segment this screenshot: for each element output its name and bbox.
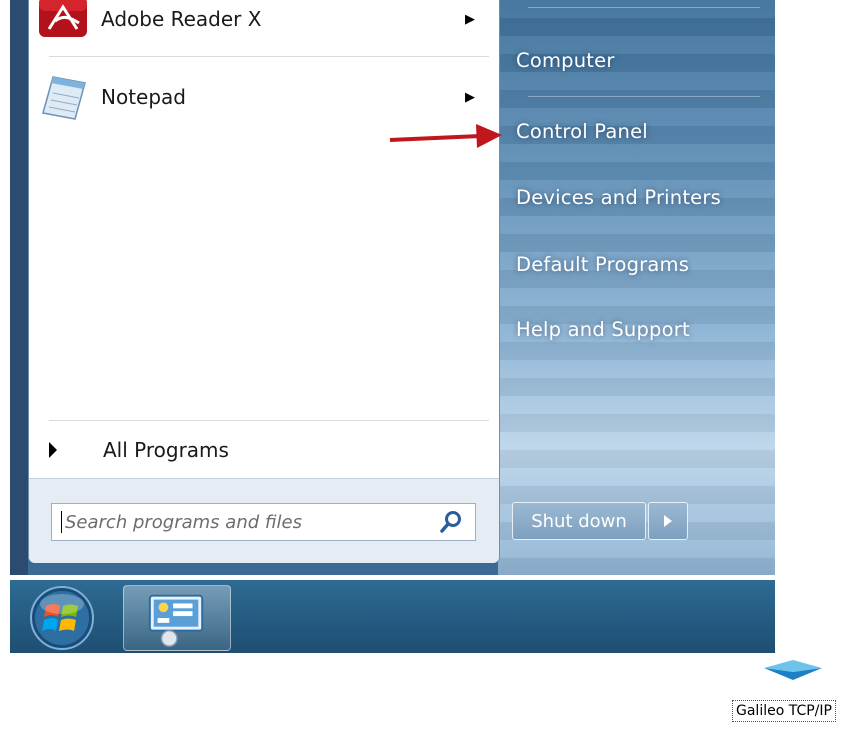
shutdown-options-button[interactable] xyxy=(648,502,688,540)
expand-arrow-icon xyxy=(49,442,57,458)
submenu-arrow-icon: ▶ xyxy=(465,89,475,105)
program-item-adobe-reader[interactable]: Adobe Reader X ▶ xyxy=(29,0,499,47)
text-caret xyxy=(61,511,62,533)
chevron-right-icon xyxy=(664,515,672,527)
link-help-and-support[interactable]: Help and Support xyxy=(516,318,690,341)
all-programs-button[interactable]: All Programs xyxy=(29,425,499,475)
search-input[interactable]: Search programs and files xyxy=(51,503,476,541)
right-pane-divider xyxy=(528,7,760,8)
program-divider xyxy=(49,56,489,57)
notepad-icon xyxy=(42,76,86,120)
search-placeholder: Search programs and files xyxy=(65,511,302,533)
search-area: Search programs and files xyxy=(29,478,499,563)
windows-orb-icon[interactable] xyxy=(26,584,98,652)
annotation-arrow-icon xyxy=(389,124,502,148)
control-panel-icon xyxy=(148,594,204,647)
desktop-shortcut-label[interactable]: Galileo TCP/IP xyxy=(732,700,836,722)
adobe-reader-icon xyxy=(39,0,87,37)
submenu-arrow-icon: ▶ xyxy=(465,11,475,27)
right-pane-divider xyxy=(528,96,760,97)
start-menu-left-pane: Adobe Reader X ▶ Notepad ▶ All Programs … xyxy=(28,0,500,563)
link-computer[interactable]: Computer xyxy=(516,49,615,72)
search-icon[interactable] xyxy=(435,507,469,537)
shutdown-button[interactable]: Shut down xyxy=(512,502,646,540)
link-control-panel[interactable]: Control Panel xyxy=(516,120,648,143)
program-label: Adobe Reader X xyxy=(101,7,262,31)
start-menu-right-pane xyxy=(498,0,775,575)
galileo-logo-icon[interactable] xyxy=(762,654,824,686)
program-item-notepad[interactable]: Notepad ▶ xyxy=(29,69,499,125)
start-menu-frame xyxy=(10,0,28,575)
program-divider xyxy=(49,420,489,421)
all-programs-label: All Programs xyxy=(103,438,229,462)
link-devices-and-printers[interactable]: Devices and Printers xyxy=(516,186,721,209)
taskbar-control-panel-button[interactable] xyxy=(123,585,231,651)
link-default-programs[interactable]: Default Programs xyxy=(516,253,689,276)
program-label: Notepad xyxy=(101,85,186,109)
